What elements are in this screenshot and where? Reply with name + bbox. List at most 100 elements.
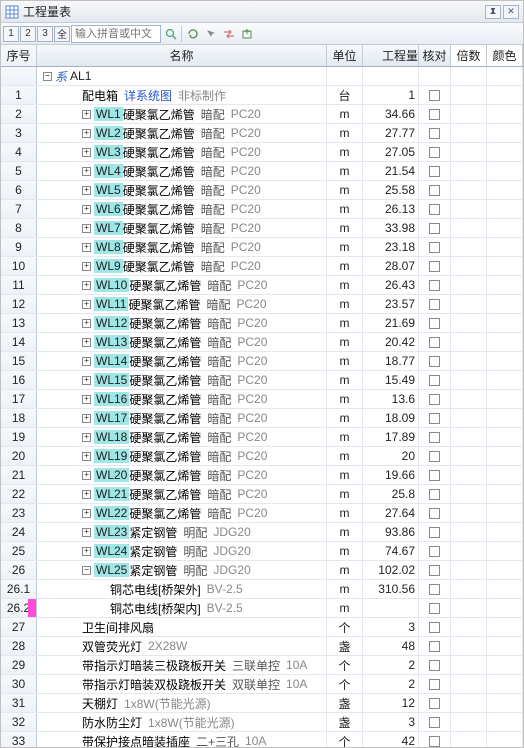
table-row[interactable]: 25+WL24 紧定钢管明配JDG20 m 74.67 <box>1 542 523 561</box>
cell-name[interactable]: 防水防尘灯1x8W(节能光源) <box>37 713 327 731</box>
cell-check[interactable] <box>419 390 451 408</box>
cell-name[interactable]: +WL24 紧定钢管明配JDG20 <box>37 542 327 560</box>
expand-icon[interactable]: + <box>82 490 91 499</box>
expand-icon[interactable]: + <box>82 167 91 176</box>
checkbox[interactable] <box>429 185 440 196</box>
cell-check[interactable] <box>419 428 451 446</box>
table-row[interactable]: 26.2铜芯电线[桥架内]BV-2.5 m <box>1 599 523 618</box>
checkbox[interactable] <box>429 565 440 576</box>
search-input[interactable] <box>75 28 157 40</box>
checkbox[interactable] <box>429 204 440 215</box>
cell-name[interactable]: +WL12 硬聚氯乙烯管暗配PC20 <box>37 314 327 332</box>
cell-name[interactable]: +WL16 硬聚氯乙烯管暗配PC20 <box>37 390 327 408</box>
checkbox[interactable] <box>429 166 440 177</box>
checkbox[interactable] <box>429 603 440 614</box>
expand-icon[interactable]: + <box>82 129 91 138</box>
table-row[interactable]: 24+WL23 紧定钢管明配JDG20 m 93.86 <box>1 523 523 542</box>
cell-check[interactable] <box>419 181 451 199</box>
cell-check[interactable] <box>419 618 451 636</box>
checkbox[interactable] <box>429 356 440 367</box>
checkbox[interactable] <box>429 299 440 310</box>
cell-check[interactable] <box>419 143 451 161</box>
cell-check[interactable] <box>419 694 451 712</box>
header-check[interactable]: 核对 <box>419 45 451 66</box>
cell-name[interactable]: +WL2 硬聚氯乙烯管暗配PC20 <box>37 124 327 142</box>
expand-icon[interactable]: + <box>82 262 91 271</box>
expand-icon[interactable]: + <box>82 547 91 556</box>
checkbox[interactable] <box>429 451 440 462</box>
expand-icon[interactable]: + <box>82 148 91 157</box>
cell-check[interactable] <box>419 371 451 389</box>
cell-check[interactable] <box>419 485 451 503</box>
expand-icon[interactable]: + <box>82 338 91 347</box>
cell-name[interactable]: −WL25 紧定钢管明配JDG20 <box>37 561 327 579</box>
cell-check[interactable] <box>419 656 451 674</box>
expand-icon[interactable]: + <box>82 186 91 195</box>
cell-check[interactable] <box>419 542 451 560</box>
checkbox[interactable] <box>429 318 440 329</box>
checkbox[interactable] <box>429 527 440 538</box>
expand-icon[interactable]: + <box>82 300 91 309</box>
checkbox[interactable] <box>429 128 440 139</box>
cell-name[interactable]: +WL10 硬聚氯乙烯管暗配PC20 <box>37 276 327 294</box>
table-row[interactable]: 30带指示灯暗装双极跷板开关双联单控10A 个 2 <box>1 675 523 694</box>
checkbox[interactable] <box>429 394 440 405</box>
table-row[interactable]: 7+WL6 硬聚氯乙烯管暗配PC20 m 26.13 <box>1 200 523 219</box>
checkbox[interactable] <box>429 489 440 500</box>
table-row[interactable]: 17+WL16 硬聚氯乙烯管暗配PC20 m 13.6 <box>1 390 523 409</box>
expand-icon[interactable]: + <box>82 110 91 119</box>
checkbox[interactable] <box>429 413 440 424</box>
checkbox[interactable] <box>429 90 440 101</box>
checkbox[interactable] <box>429 432 440 443</box>
table-row[interactable]: 3+WL2 硬聚氯乙烯管暗配PC20 m 27.77 <box>1 124 523 143</box>
cell-check[interactable] <box>419 105 451 123</box>
header-seq[interactable]: 序号 <box>1 45 37 66</box>
pin-button[interactable] <box>485 5 501 19</box>
expand-icon[interactable]: + <box>82 205 91 214</box>
cell-check[interactable] <box>419 124 451 142</box>
table-row[interactable]: 23+WL22 硬聚氯乙烯管暗配PC20 m 27.64 <box>1 504 523 523</box>
cell-name[interactable]: +WL7 硬聚氯乙烯管暗配PC20 <box>37 219 327 237</box>
table-row[interactable]: 4+WL3 硬聚氯乙烯管暗配PC20 m 27.05 <box>1 143 523 162</box>
level-2-button[interactable]: 2 <box>20 26 36 42</box>
checkbox[interactable] <box>429 660 440 671</box>
header-color[interactable]: 颜色 <box>487 45 523 66</box>
table-row[interactable]: 26−WL25 紧定钢管明配JDG20 m 102.02 <box>1 561 523 580</box>
table-row[interactable]: 28双管荧光灯2X28W 盏 48 <box>1 637 523 656</box>
header-qty[interactable]: 工程量 <box>363 45 419 66</box>
table-row[interactable]: 16+WL15 硬聚氯乙烯管暗配PC20 m 15.49 <box>1 371 523 390</box>
checkbox[interactable] <box>429 470 440 481</box>
cell-name[interactable]: +WL19 硬聚氯乙烯管暗配PC20 <box>37 447 327 465</box>
cell-name[interactable]: +WL4 硬聚氯乙烯管暗配PC20 <box>37 162 327 180</box>
cell-name[interactable]: 双管荧光灯2X28W <box>37 637 327 655</box>
cell-name[interactable]: +WL21 硬聚氯乙烯管暗配PC20 <box>37 485 327 503</box>
table-row[interactable]: 22+WL21 硬聚氯乙烯管暗配PC20 m 25.8 <box>1 485 523 504</box>
table-row[interactable]: 2+WL1 硬聚氯乙烯管暗配PC20 m 34.66 <box>1 105 523 124</box>
level-3-button[interactable]: 3 <box>37 26 53 42</box>
cell-check[interactable] <box>419 713 451 731</box>
cell-check[interactable] <box>419 504 451 522</box>
cell-name[interactable]: 天棚灯1x8W(节能光源) <box>37 694 327 712</box>
table-row[interactable]: 11+WL10 硬聚氯乙烯管暗配PC20 m 26.43 <box>1 276 523 295</box>
cell-check[interactable] <box>419 732 451 747</box>
search-icon[interactable] <box>162 25 179 42</box>
table-row[interactable]: 29带指示灯暗装三极跷板开关三联单控10A 个 2 <box>1 656 523 675</box>
expand-icon[interactable]: + <box>82 319 91 328</box>
checkbox[interactable] <box>429 736 440 747</box>
table-row[interactable]: 1配电箱详系统图非标制作 台 1 <box>1 86 523 105</box>
cell-check[interactable] <box>419 352 451 370</box>
expand-icon[interactable]: + <box>82 281 91 290</box>
cell-check[interactable] <box>419 219 451 237</box>
cell-name[interactable]: 带保护接点暗装插座二+三孔10A <box>37 732 327 747</box>
table-row[interactable]: 15+WL14 硬聚氯乙烯管暗配PC20 m 18.77 <box>1 352 523 371</box>
checkbox[interactable] <box>429 375 440 386</box>
cell-check[interactable] <box>419 162 451 180</box>
cell-name[interactable]: +WL9 硬聚氯乙烯管暗配PC20 <box>37 257 327 275</box>
cell-name[interactable]: +WL5 硬聚氯乙烯管暗配PC20 <box>37 181 327 199</box>
checkbox[interactable] <box>429 584 440 595</box>
cell-check[interactable] <box>419 276 451 294</box>
level-all-button[interactable]: 全 <box>54 26 70 42</box>
export-icon[interactable] <box>238 25 255 42</box>
table-row[interactable]: 6+WL5 硬聚氯乙烯管暗配PC20 m 25.58 <box>1 181 523 200</box>
cell-name[interactable]: +WL13 硬聚氯乙烯管暗配PC20 <box>37 333 327 351</box>
